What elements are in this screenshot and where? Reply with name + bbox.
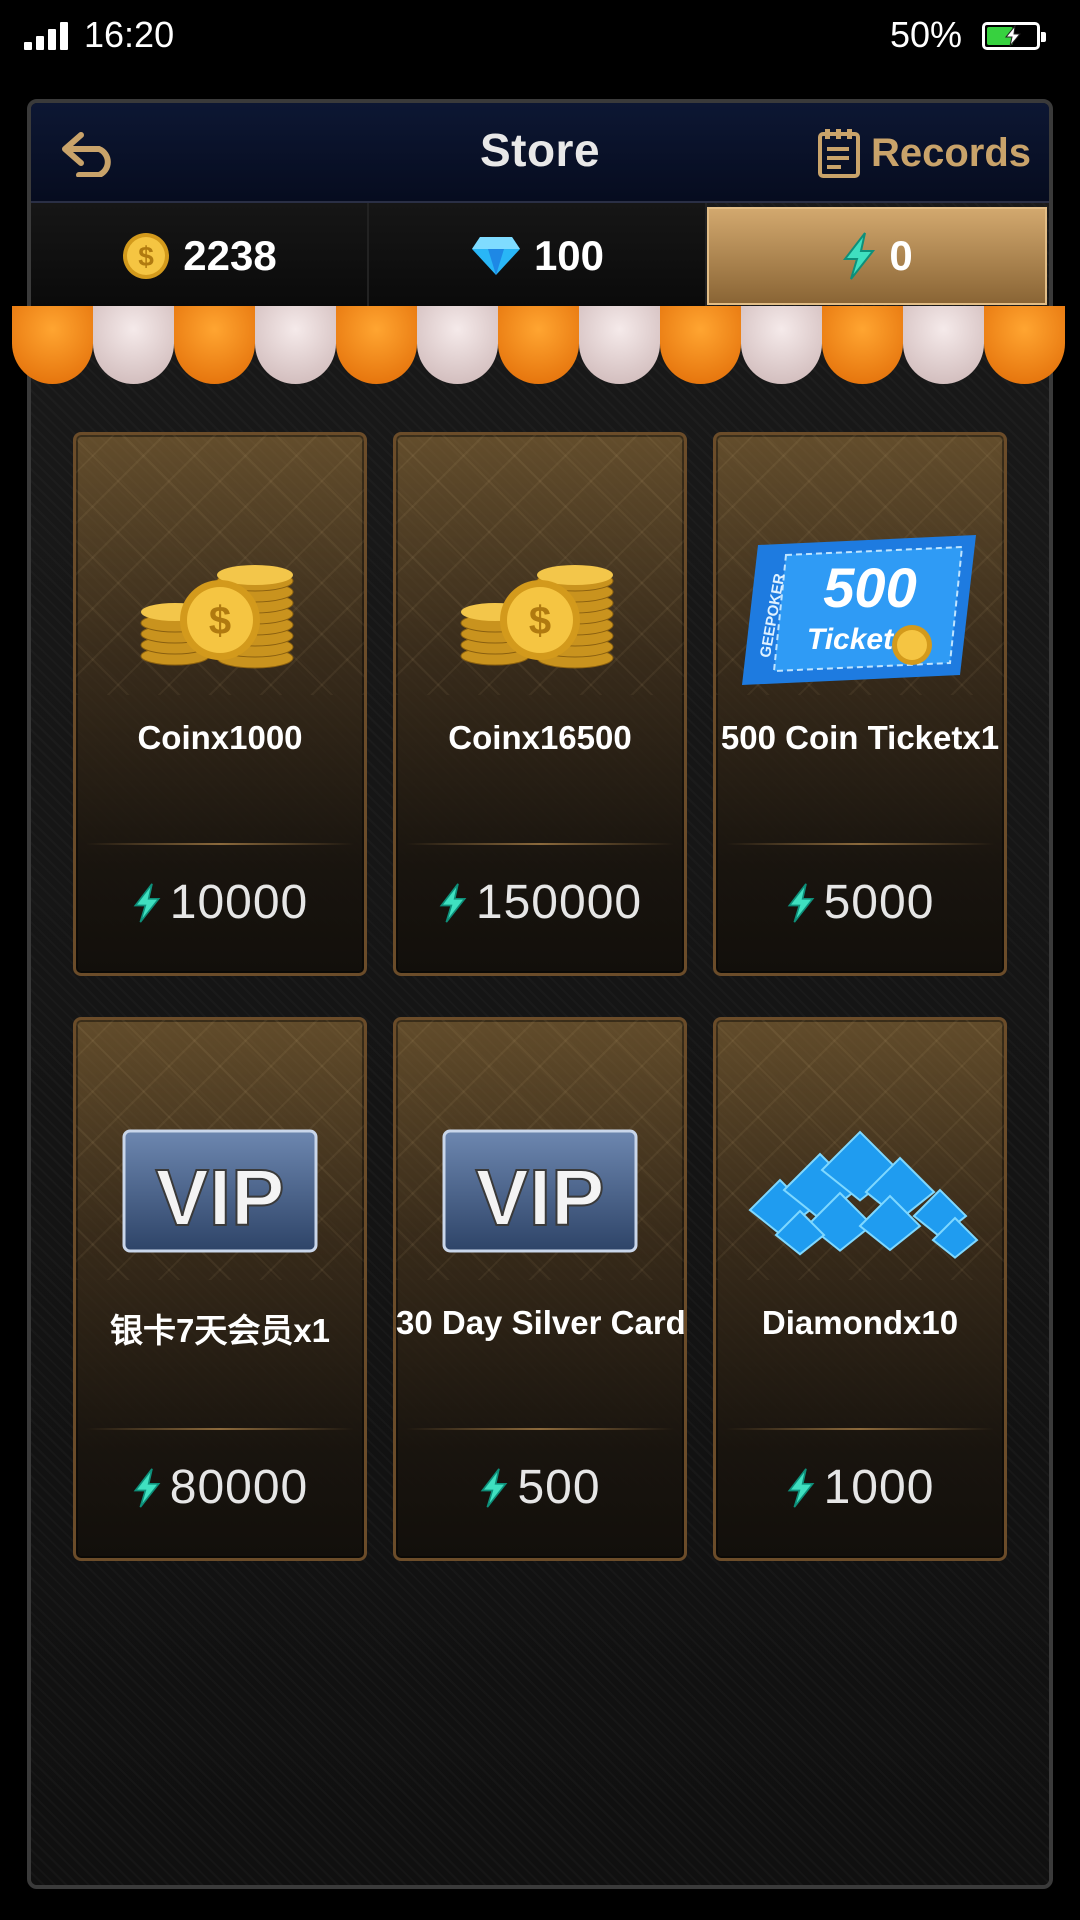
svg-text:$: $ bbox=[529, 599, 551, 643]
signal-icon bbox=[24, 20, 72, 50]
store-item-card[interactable]: VIP 银卡7天会员x1 80000 bbox=[73, 1017, 367, 1561]
lightning-icon bbox=[133, 882, 161, 923]
lightning-amount: 0 bbox=[889, 232, 913, 279]
svg-text:500: 500 bbox=[823, 556, 916, 619]
item-price[interactable]: 500 bbox=[396, 1460, 684, 1515]
item-image: $ bbox=[76, 545, 364, 675]
records-label: Records bbox=[870, 130, 1031, 175]
price-value: 150000 bbox=[475, 876, 643, 929]
divider bbox=[726, 843, 994, 845]
store-item-card[interactable]: $ Coinx1000 10000 bbox=[73, 432, 367, 976]
price-value: 500 bbox=[517, 1461, 601, 1514]
item-image bbox=[716, 1130, 1004, 1260]
records-button[interactable]: Records bbox=[817, 125, 1031, 181]
item-price[interactable]: 5000 bbox=[716, 875, 1004, 930]
awning-scallop bbox=[660, 306, 741, 384]
price-value: 10000 bbox=[169, 876, 309, 929]
awning-scallop bbox=[579, 306, 660, 384]
currency-bar: $ 2238 100 0 bbox=[31, 203, 1049, 309]
item-image: GEEPOKER 500 Ticket bbox=[716, 535, 1004, 685]
store-item-card[interactable]: GEEPOKER 500 Ticket 500 Coin Ticketx1 5000 bbox=[713, 432, 1007, 976]
store-item-card[interactable]: VIP 30 Day Silver Cardx1 500 bbox=[393, 1017, 687, 1561]
store-header: Store Records bbox=[31, 103, 1049, 203]
awning-scallop bbox=[498, 306, 579, 384]
svg-text:Ticket: Ticket bbox=[807, 623, 895, 656]
item-name: Coinx1000 bbox=[137, 719, 303, 756]
item-name: 银卡7天会员x1 bbox=[109, 1312, 331, 1349]
item-name: 30 Day Silver Cardx1 bbox=[396, 1304, 686, 1341]
awning-scallop bbox=[12, 306, 93, 384]
awning-scallop bbox=[417, 306, 498, 384]
price-value: 5000 bbox=[823, 876, 935, 929]
shop-awning bbox=[12, 306, 1068, 386]
coin-icon: $ bbox=[123, 233, 170, 279]
ticket-icon: GEEPOKER 500Ticket bbox=[742, 535, 976, 685]
item-name: Diamondx10 bbox=[761, 1304, 959, 1341]
item-price[interactable]: 1000 bbox=[716, 1460, 1004, 1515]
divider bbox=[726, 1428, 994, 1430]
divider bbox=[406, 1428, 674, 1430]
store-item-card[interactable]: Diamondx10 1000 bbox=[713, 1017, 1007, 1561]
vip-card-icon: VIP bbox=[122, 1129, 318, 1253]
clock: 16:20 bbox=[84, 14, 175, 55]
price-value: 1000 bbox=[823, 1461, 935, 1514]
price-value: 80000 bbox=[169, 1461, 309, 1514]
divider bbox=[86, 843, 354, 845]
awning-scallop bbox=[741, 306, 822, 384]
diamond-icon bbox=[471, 237, 520, 275]
item-image: $ bbox=[396, 545, 684, 675]
awning-scallop bbox=[336, 306, 417, 384]
item-price[interactable]: 80000 bbox=[76, 1460, 364, 1515]
svg-text:VIP: VIP bbox=[476, 1153, 605, 1242]
lightning-balance[interactable]: 0 bbox=[707, 207, 1047, 305]
store-item-card[interactable]: $ Coinx16500 150000 bbox=[393, 432, 687, 976]
coin-amount: 2238 bbox=[183, 232, 277, 279]
svg-text:VIP: VIP bbox=[156, 1153, 285, 1242]
vip-card-icon: VIP bbox=[442, 1129, 638, 1253]
item-image: VIP bbox=[396, 1129, 684, 1260]
lightning-icon bbox=[843, 232, 876, 280]
awning-scallop bbox=[903, 306, 984, 384]
clipboard-icon bbox=[817, 129, 860, 178]
item-price[interactable]: 150000 bbox=[396, 875, 684, 930]
coins-icon: $ bbox=[460, 565, 614, 669]
coins-icon: $ bbox=[140, 565, 294, 669]
divider bbox=[86, 1428, 354, 1430]
lightning-icon bbox=[787, 882, 814, 923]
lightning-icon bbox=[439, 882, 467, 923]
svg-text:$: $ bbox=[209, 599, 231, 643]
svg-text:$: $ bbox=[138, 241, 154, 272]
status-bar: 16:20 50% bbox=[0, 0, 1080, 72]
lightning-icon bbox=[481, 1467, 508, 1508]
awning-scallop bbox=[174, 306, 255, 384]
diamond-amount: 100 bbox=[533, 232, 605, 279]
battery-percent: 50% bbox=[890, 14, 963, 55]
awning-scallop bbox=[984, 306, 1065, 384]
awning-scallop bbox=[822, 306, 903, 384]
divider bbox=[406, 843, 674, 845]
awning-scallop bbox=[255, 306, 336, 384]
item-image: VIP bbox=[76, 1129, 364, 1260]
diamonds-icon bbox=[748, 1130, 979, 1259]
coin-balance[interactable]: $ 2238 bbox=[31, 203, 369, 309]
item-name: 500 Coin Ticketx1 bbox=[720, 719, 1000, 756]
lightning-icon bbox=[133, 1467, 161, 1508]
awning-scallop bbox=[93, 306, 174, 384]
diamond-balance[interactable]: 100 bbox=[369, 203, 707, 309]
item-name: Coinx16500 bbox=[448, 719, 632, 756]
item-price[interactable]: 10000 bbox=[76, 875, 364, 930]
lightning-icon bbox=[787, 1467, 814, 1508]
battery-icon bbox=[982, 22, 1046, 50]
